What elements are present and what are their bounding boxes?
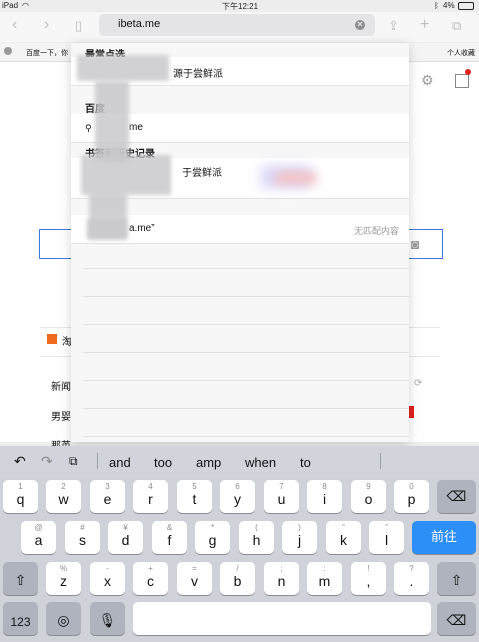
divider [83,324,409,325]
undo-icon[interactable]: ↶ [14,453,26,470]
clear-icon[interactable]: ✕ [355,20,365,30]
space-bar[interactable] [133,602,431,635]
key-comma[interactable]: !, [351,562,386,595]
address-input[interactable]: ibeta.me [118,18,160,30]
keyboard-dismiss-icon: ⌫ [446,612,467,628]
key-u[interactable]: 7u [264,480,299,513]
close-icon[interactable] [4,47,12,55]
key-x[interactable]: -x [90,562,125,595]
key-e[interactable]: 3e [90,480,125,513]
camera-icon[interactable]: ◙ [411,236,419,252]
divider [83,268,409,269]
key-z[interactable]: % z [46,562,81,595]
key-t[interactable]: 5t [177,480,212,513]
key-period[interactable]: ?. [394,562,429,595]
no-match-label: 无匹配内容 [353,226,399,236]
search-suggestion-text: me [129,122,143,133]
delete-icon: ⌫ [446,488,467,504]
key-b[interactable]: / b [220,562,255,595]
divider [83,436,409,437]
top-hit-title: 源于尝鲜派 [173,69,223,80]
suggestion-5[interactable]: to [300,455,311,470]
new-tab-icon[interactable]: + [420,16,429,34]
bookmarks-icon[interactable]: ▯ [75,18,82,34]
redaction-block [81,155,171,195]
shift-key-right[interactable]: ⇧ [437,562,476,595]
key-g[interactable]: * g [195,521,230,554]
back-icon[interactable]: ‹ [12,16,17,34]
shortcut-bar: ↶ ↷ ⧉ and too amp when to [0,446,479,478]
divider [83,408,409,409]
news-label[interactable]: 新闻 [51,378,71,393]
key-j[interactable]: ) j [282,521,317,554]
paste-icon[interactable]: ⧉ [69,454,78,469]
wifi-icon: ◠ [22,1,29,10]
suggestion-1[interactable]: and [109,455,131,470]
redaction-block [87,219,127,239]
bluetooth-icon: ᛒ [434,1,439,10]
blurred-preview [276,172,316,184]
numbers-key[interactable]: 123 [3,602,38,635]
divider [83,380,409,381]
bookmark-title: 于尝鲜派 [182,168,222,179]
key-d[interactable]: ¥ d [108,521,143,554]
suggestion-2[interactable]: too [154,455,172,470]
shift-icon: ⇧ [450,572,463,588]
divider [380,453,381,469]
key-r[interactable]: 4r [133,480,168,513]
globe-icon: ◎ [57,612,70,628]
redaction-block [77,55,169,81]
address-bar[interactable]: ibeta.me ✕ [99,14,375,36]
key-v[interactable]: = v [177,562,212,595]
key-y[interactable]: 6y [220,480,255,513]
search-icon: ⚲ [85,123,92,133]
suggestion-3[interactable]: amp [196,455,221,470]
divider [83,296,409,297]
divider [83,352,409,353]
gear-icon[interactable]: ⚙ [421,72,434,89]
hide-keyboard-key[interactable]: ⌫ [437,602,476,635]
share-icon[interactable]: ⇪ [388,18,399,34]
key-l[interactable]: ” l [369,521,404,554]
key-m[interactable]: :m [307,562,342,595]
globe-key[interactable]: ◎ [46,602,81,635]
favorite-link[interactable]: 百度一下，你 [26,48,68,58]
battery-icon [458,2,474,10]
news-item[interactable]: 男婴 [51,408,71,423]
status-bar: iPad ◠ 下午12:21 ᛒ 4% [0,0,479,12]
forward-icon[interactable]: › [44,16,49,34]
key-q[interactable]: 1q [3,480,38,513]
delete-key[interactable]: ⌫ [437,480,476,513]
battery-percent: 4% [443,1,455,10]
key-n[interactable]: ; n [264,562,299,595]
key-s[interactable]: # s [65,521,100,554]
grid-icon[interactable] [455,74,469,88]
key-a[interactable]: @ a [21,521,56,554]
no-match-query: a.me” [129,223,155,234]
tabs-icon[interactable]: ⧉ [452,18,461,34]
clock: 下午12:21 [222,2,259,11]
go-button[interactable]: 前往 [412,521,476,554]
dictation-key[interactable]: 🎙 [90,602,125,635]
suggestion-4[interactable]: when [245,455,276,470]
key-c[interactable]: + c [133,562,168,595]
redo-icon[interactable]: ↷ [41,453,53,470]
key-f[interactable]: & f [152,521,187,554]
refresh-icon[interactable]: ⟳ [414,378,422,389]
microphone-icon: 🎙 [98,612,117,628]
key-p[interactable]: 0p [394,480,429,513]
favorites-label[interactable]: 个人收藏 [447,48,475,58]
device-label: iPad [2,1,19,10]
key-o[interactable]: 9o [351,480,386,513]
shift-icon: ⇧ [14,572,27,588]
key-w[interactable]: 2w [46,480,81,513]
key-h[interactable]: (h [239,521,274,554]
suggestion-popover: 最常点选 源于尝鲜派 百度 ⚲ me 书签和历史记录 于尝鲜派 a.me” 无匹… [71,43,409,442]
key-k[interactable]: “k [326,521,361,554]
key-i[interactable]: 8i [307,480,342,513]
notification-dot [465,69,471,75]
shift-key-left[interactable]: ⇧ [3,562,38,595]
divider [97,453,98,469]
taobao-icon [47,334,57,344]
